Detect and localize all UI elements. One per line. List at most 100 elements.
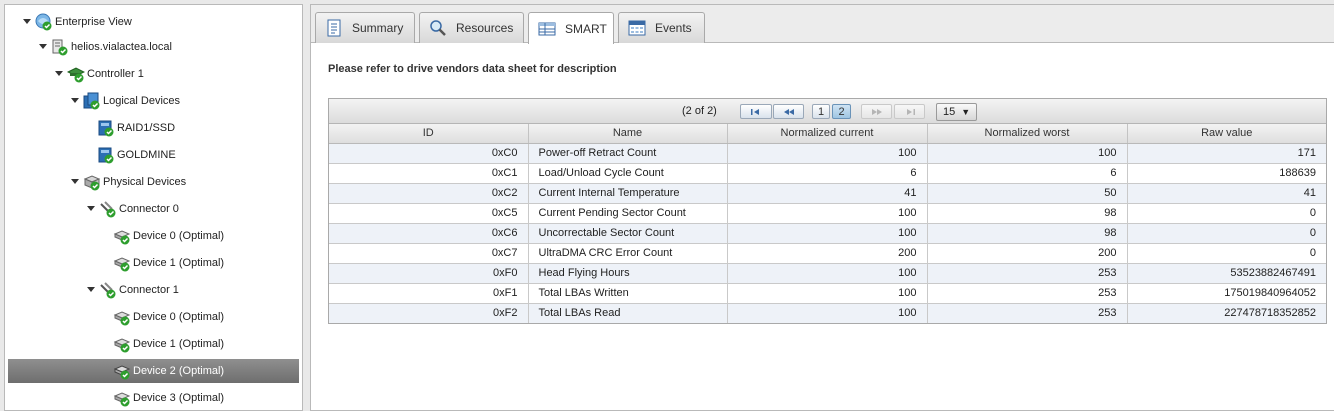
column-header-normalized-worst[interactable]: Normalized worst bbox=[927, 124, 1128, 144]
cell-raw-value: 175019840964052 bbox=[1127, 283, 1326, 304]
table-row[interactable]: 0xC1 Load/Unload Cycle Count 6 6 188639 bbox=[329, 163, 1326, 184]
tree-node-label: Enterprise View bbox=[55, 16, 132, 28]
cell-normalized-current: 41 bbox=[727, 183, 928, 204]
cell-name: Uncorrectable Sector Count bbox=[528, 223, 728, 244]
cell-raw-value: 188639 bbox=[1127, 163, 1326, 184]
prev-page-button[interactable] bbox=[773, 104, 804, 119]
disk-icon bbox=[113, 389, 131, 407]
tab-events[interactable]: Events bbox=[618, 12, 705, 43]
cell-name: Power-off Retract Count bbox=[528, 143, 728, 164]
table-row[interactable]: 0xC5 Current Pending Sector Count 100 98 0 bbox=[329, 203, 1326, 224]
table-row[interactable]: 0xC6 Uncorrectable Sector Count 100 98 0 bbox=[329, 223, 1326, 244]
tab-smart[interactable]: SMART bbox=[528, 12, 614, 44]
tree-node-label: Device 2 (Optimal) bbox=[133, 365, 225, 377]
expand-arrow-icon[interactable] bbox=[85, 284, 97, 296]
cell-normalized-current: 100 bbox=[727, 223, 928, 244]
logical-devices-icon bbox=[83, 92, 101, 110]
tree-node-label: Connector 0 bbox=[119, 203, 179, 215]
tree-node-raid1-ssd[interactable]: RAID1/SSD bbox=[97, 116, 175, 140]
table-header-row: ID Name Normalized current Normalized wo… bbox=[329, 124, 1326, 144]
controller-icon bbox=[67, 65, 85, 83]
expand-arrow-icon[interactable] bbox=[37, 41, 49, 53]
expand-arrow-icon[interactable] bbox=[69, 95, 81, 107]
cell-id: 0xF2 bbox=[329, 303, 529, 323]
expand-arrow-icon[interactable] bbox=[53, 68, 65, 80]
cell-id: 0xC6 bbox=[329, 223, 529, 244]
tree-node-connector-1-device-1[interactable]: Device 1 (Optimal) bbox=[113, 332, 224, 356]
cell-name: UltraDMA CRC Error Count bbox=[528, 243, 728, 264]
cell-normalized-current: 200 bbox=[727, 243, 928, 264]
tree-node-label: helios.vialactea.local bbox=[71, 41, 172, 53]
page-2-button[interactable]: 2 bbox=[832, 104, 851, 119]
description-note: Please refer to drive vendors data sheet… bbox=[328, 63, 617, 75]
cell-normalized-worst: 253 bbox=[927, 303, 1128, 323]
tree-node-enterprise-view[interactable]: Enterprise View bbox=[21, 10, 132, 34]
first-page-button[interactable] bbox=[740, 104, 772, 119]
connector-icon bbox=[99, 281, 117, 299]
first-page-icon bbox=[751, 108, 759, 115]
cell-normalized-worst: 100 bbox=[927, 143, 1128, 164]
cell-normalized-current: 100 bbox=[727, 303, 928, 323]
tree-node-connector-1-device-0[interactable]: Device 0 (Optimal) bbox=[113, 305, 224, 329]
cell-raw-value: 0 bbox=[1127, 223, 1326, 244]
tree-node-label: Device 0 (Optimal) bbox=[133, 230, 225, 242]
tab-resources[interactable]: Resources bbox=[419, 12, 524, 43]
page-1-button[interactable]: 1 bbox=[812, 104, 830, 119]
tab-label: SMART bbox=[565, 21, 607, 36]
column-header-normalized-current[interactable]: Normalized current bbox=[727, 124, 928, 144]
column-header-raw-value[interactable]: Raw value bbox=[1127, 124, 1326, 144]
summary-icon bbox=[324, 19, 344, 37]
tree-node-connector-1[interactable]: Connector 1 bbox=[85, 278, 179, 302]
column-header-name[interactable]: Name bbox=[528, 124, 728, 144]
table-row[interactable]: 0xC2 Current Internal Temperature 41 50 41 bbox=[329, 183, 1326, 204]
table-row[interactable]: 0xF1 Total LBAs Written 100 253 175019840964… bbox=[329, 283, 1326, 304]
chevron-down-icon: ▼ bbox=[961, 107, 971, 117]
tab-summary[interactable]: Summary bbox=[315, 12, 415, 43]
table-row[interactable]: 0xF0 Head Flying Hours 100 253 5352388246749… bbox=[329, 263, 1326, 284]
cell-id: 0xC7 bbox=[329, 243, 529, 264]
logical-drive-icon bbox=[97, 146, 115, 164]
page-number: 1 bbox=[817, 105, 825, 118]
cell-raw-value: 0 bbox=[1127, 243, 1326, 264]
expand-arrow-icon[interactable] bbox=[21, 16, 33, 28]
tab-bar: Summary Resources SMART Events bbox=[311, 5, 1334, 44]
next-page-button[interactable] bbox=[861, 104, 892, 119]
tree-node-logical-devices[interactable]: Logical Devices bbox=[69, 89, 180, 113]
cell-raw-value: 41 bbox=[1127, 183, 1326, 204]
table-row[interactable]: 0xC0 Power-off Retract Count 100 100 171 bbox=[329, 143, 1326, 164]
cell-normalized-worst: 253 bbox=[927, 283, 1128, 304]
tree-node-server[interactable]: helios.vialactea.local bbox=[37, 35, 172, 59]
table-row[interactable]: 0xC7 UltraDMA CRC Error Count 200 200 0 bbox=[329, 243, 1326, 264]
calendar-icon bbox=[627, 19, 647, 37]
table-row[interactable]: 0xF2 Total LBAs Read 100 253 227478718352852 bbox=[329, 303, 1326, 323]
expand-arrow-icon[interactable] bbox=[69, 176, 81, 188]
tree-node-label: Logical Devices bbox=[103, 95, 181, 107]
cell-id: 0xC5 bbox=[329, 203, 529, 224]
tree-node-label: Device 1 (Optimal) bbox=[133, 338, 225, 350]
tree-node-connector-0-device-1[interactable]: Device 1 (Optimal) bbox=[113, 251, 224, 275]
page-size-select[interactable]: 15 ▼ bbox=[936, 103, 977, 121]
tree-node-connector-0[interactable]: Connector 0 bbox=[85, 197, 179, 221]
tree-node-goldmine[interactable]: GOLDMINE bbox=[97, 143, 176, 167]
disk-icon bbox=[113, 254, 131, 272]
tree-node-controller[interactable]: Controller 1 bbox=[53, 62, 144, 86]
cell-name: Head Flying Hours bbox=[528, 263, 728, 284]
tree-node-connector-1-device-2[interactable]: Device 2 (Optimal) bbox=[8, 359, 299, 383]
page-size-value: 15 bbox=[943, 106, 956, 118]
cell-normalized-current: 6 bbox=[727, 163, 928, 184]
device-tree: Enterprise View helios.vialactea.local C… bbox=[4, 4, 303, 411]
cell-normalized-worst: 6 bbox=[927, 163, 1128, 184]
tree-node-label: Device 0 (Optimal) bbox=[133, 311, 225, 323]
cell-raw-value: 171 bbox=[1127, 143, 1326, 164]
cell-normalized-current: 100 bbox=[727, 143, 928, 164]
cell-name: Total LBAs Written bbox=[528, 283, 728, 304]
tree-node-connector-0-device-0[interactable]: Device 0 (Optimal) bbox=[113, 224, 224, 248]
last-page-button[interactable] bbox=[894, 104, 925, 119]
tree-node-physical-devices[interactable]: Physical Devices bbox=[69, 170, 186, 194]
tree-node-connector-1-device-3[interactable]: Device 3 (Optimal) bbox=[113, 386, 224, 410]
column-header-id[interactable]: ID bbox=[329, 124, 529, 144]
cell-normalized-worst: 98 bbox=[927, 223, 1128, 244]
expand-arrow-icon[interactable] bbox=[85, 203, 97, 215]
server-icon bbox=[51, 38, 69, 56]
tab-label: Events bbox=[655, 21, 692, 35]
